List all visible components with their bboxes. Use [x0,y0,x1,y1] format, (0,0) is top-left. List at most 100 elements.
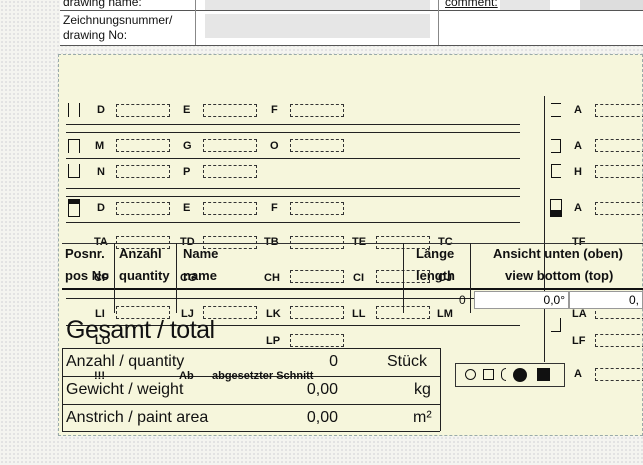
right-slot[interactable] [595,104,643,117]
paint-label: Anstrich / paint area [66,409,209,426]
profile-letter: LL [352,308,366,320]
box-profile-icon [68,199,80,217]
profile-slot[interactable] [290,270,344,283]
profile-letter: LM [437,308,453,320]
profile-slot[interactable] [290,334,344,347]
right-letter: A [574,104,582,116]
right-letter: H [574,166,582,178]
quantity-label: Anzahl / quantity [66,353,185,370]
profile-letter: CI [353,272,364,284]
col-name-en: name [183,268,217,283]
row-separator [66,188,520,189]
row-separator [66,132,520,133]
open-round-icon [501,368,506,381]
channel-right-icon [551,139,561,153]
drawing-name-label: drawing name: [63,0,142,9]
right-letter: LF [572,335,586,347]
profile-letter: D [97,104,105,116]
drawing-header: drawing name: Zeichnungsnummer/ drawing … [60,0,643,46]
profile-slot[interactable] [203,165,257,178]
right-slot[interactable] [595,139,643,152]
summary-title: Gesamt / total [66,316,215,344]
profile-slot[interactable] [116,202,170,215]
profile-letter: CH [264,272,280,284]
h-beam-icon [68,103,80,117]
row-separator [66,196,520,197]
profile-letter: TE [352,236,367,248]
right-letter: A [574,202,582,214]
channel-down-icon [68,139,80,153]
col-anzahl-en: quantity [119,268,170,283]
col-posnr: Posnr. [65,246,105,261]
table-top-line [62,243,643,244]
col-anzahl: Anzahl [119,246,162,261]
quantity-value: 0 [329,353,338,370]
drawing-no-label-2: drawing No: [63,28,128,42]
row-separator [66,158,520,159]
profile-slot[interactable] [116,139,170,152]
i-beam-icon [551,103,561,117]
weight-unit: kg [414,381,431,398]
col-ansicht: Ansicht unten (oben) [493,246,623,261]
col-laenge-en: length [416,268,455,283]
channel-up-icon [68,164,80,178]
col-name: Name [183,246,219,261]
weight-value: 0,00 [306,381,338,398]
right-slot[interactable] [595,202,643,215]
right-column-divider [544,96,545,362]
angle-field-2[interactable]: 0, [569,291,643,309]
profile-slot[interactable] [203,104,257,117]
profile-slot[interactable] [203,202,257,215]
profile-letter: O [270,140,279,152]
profile-slot[interactable] [290,202,344,215]
right-letter: LA [572,308,587,320]
drawing-name-field[interactable] [205,0,430,10]
filled-circle-icon [513,368,527,382]
col-posnr-en: pos No [65,268,110,283]
channel-left-icon [551,164,561,178]
round-letter: A [574,368,582,380]
profile-slot[interactable] [203,139,257,152]
angle-field[interactable]: 0,0° [474,291,569,309]
right-letter: A [574,140,582,152]
col-ansicht-en: view bottom (top) [505,268,614,283]
paint-value: 0,00 [306,409,338,426]
paint-unit: m² [413,409,432,426]
angle-icon [551,318,561,332]
right-slot[interactable] [595,334,643,347]
profile-letter: G [183,140,192,152]
profile-letter: LP [266,335,281,347]
table-header-line [62,288,643,290]
profile-letter: M [95,140,105,152]
profile-letter: P [183,166,191,178]
profile-letter: E [183,202,191,214]
filled-square-icon [537,368,550,381]
row-separator [66,222,520,223]
profile-slot[interactable] [116,104,170,117]
profile-slot[interactable] [290,139,344,152]
col-laenge: Länge [416,246,455,261]
profile-letter: E [183,104,191,116]
profile-letter: F [271,104,278,116]
comment-label: comment: [445,0,498,9]
length-value: 0 [459,293,466,307]
right-slot[interactable] [595,368,643,381]
profile-letter: N [97,166,105,178]
row-separator [66,298,520,299]
drawing-no-label-1: Zeichnungsnummer/ [63,13,173,27]
right-slot[interactable] [595,165,643,178]
square-icon [483,369,494,380]
comment-field-2[interactable] [580,0,643,10]
profile-letter: LK [266,308,281,320]
profile-slot[interactable] [290,306,344,319]
comment-field[interactable] [500,0,550,10]
drawing-no-field[interactable] [205,14,430,38]
profile-slot[interactable] [290,104,344,117]
profile-letter: TB [264,236,279,248]
weight-label: Gewicht / weight [66,381,184,398]
profile-letter: D [97,202,105,214]
row-separator [66,124,520,125]
profile-slot[interactable] [116,165,170,178]
profile-letter: F [271,202,278,214]
box-bottom-icon [550,199,562,217]
